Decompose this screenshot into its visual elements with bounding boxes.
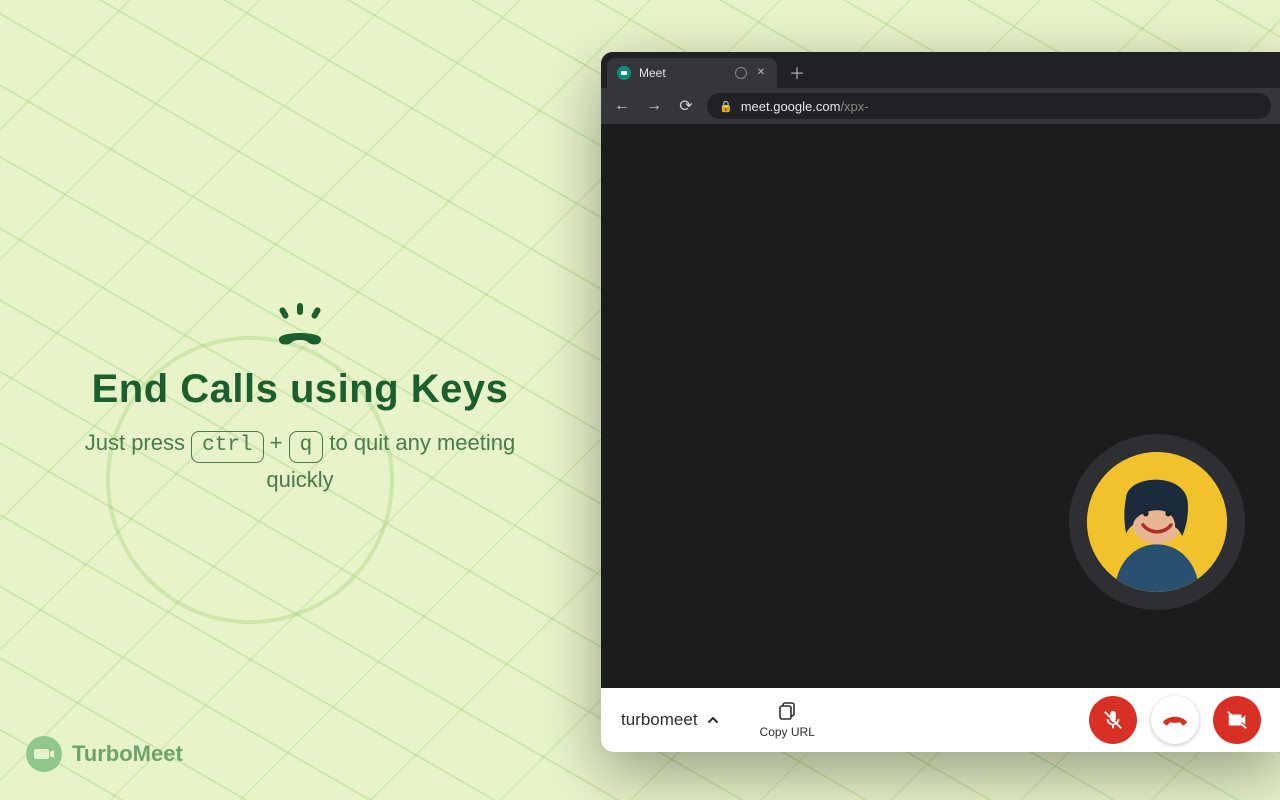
participant-avatar	[1087, 452, 1227, 592]
tab-title: Meet	[639, 66, 727, 80]
url-path: /xpx-	[840, 99, 868, 114]
promo-panel: End Calls using Keys Just press ctrl + q…	[0, 0, 600, 800]
meeting-controls	[1089, 696, 1261, 744]
back-icon[interactable]: ←	[611, 97, 633, 115]
hero-title: End Calls using Keys	[60, 367, 540, 412]
hero-subtitle: Just press ctrl + q to quit any meeting …	[60, 426, 540, 496]
copy-icon	[777, 701, 797, 721]
hero: End Calls using Keys Just press ctrl + q…	[60, 303, 540, 496]
tab-strip: Meet ✕ ＋	[601, 52, 1280, 88]
tab-audio-icon[interactable]	[735, 67, 747, 79]
forward-icon[interactable]: →	[643, 97, 665, 115]
hangup-burst-icon	[60, 303, 540, 349]
address-bar[interactable]: 🔒 meet.google.com/xpx-	[707, 93, 1271, 119]
meeting-name: turbomeet	[621, 710, 698, 730]
camera-toggle-button[interactable]	[1213, 696, 1261, 744]
meeting-video-area	[601, 124, 1280, 688]
tab-close-icon[interactable]: ✕	[755, 67, 767, 79]
url-text: meet.google.com/xpx-	[741, 99, 869, 114]
copy-url-button[interactable]: Copy URL	[760, 701, 815, 739]
kbd-ctrl: ctrl	[191, 431, 263, 462]
mic-off-icon	[1102, 709, 1124, 731]
camera-off-icon	[1226, 709, 1248, 731]
hangup-icon	[1162, 707, 1188, 733]
mic-toggle-button[interactable]	[1089, 696, 1137, 744]
url-host: meet.google.com	[741, 99, 841, 114]
reload-icon[interactable]: ⟳	[675, 96, 697, 116]
brand-badge-icon	[26, 736, 62, 772]
hero-subtitle-pre: Just press	[85, 430, 191, 455]
browser-nav-bar: ← → ⟳ 🔒 meet.google.com/xpx-	[601, 88, 1280, 124]
brand-name: TurboMeet	[72, 741, 183, 767]
tab-favicon-icon	[617, 66, 631, 80]
kbd-q: q	[289, 431, 324, 462]
lock-icon: 🔒	[719, 100, 733, 113]
chevron-up-icon	[706, 713, 720, 727]
browser-tab[interactable]: Meet ✕	[607, 58, 777, 88]
new-tab-button[interactable]: ＋	[777, 60, 817, 88]
plus-sign: +	[270, 430, 289, 455]
hangup-button[interactable]	[1151, 696, 1199, 744]
browser-window: Meet ✕ ＋ ← → ⟳ 🔒 meet.google.com/xpx-	[601, 52, 1280, 752]
meeting-bottom-bar: turbomeet Copy URL	[601, 688, 1280, 752]
copy-url-label: Copy URL	[760, 725, 815, 739]
meeting-name-button[interactable]: turbomeet	[621, 710, 720, 730]
brand: TurboMeet	[26, 736, 183, 772]
participant-tile[interactable]	[1069, 434, 1245, 610]
